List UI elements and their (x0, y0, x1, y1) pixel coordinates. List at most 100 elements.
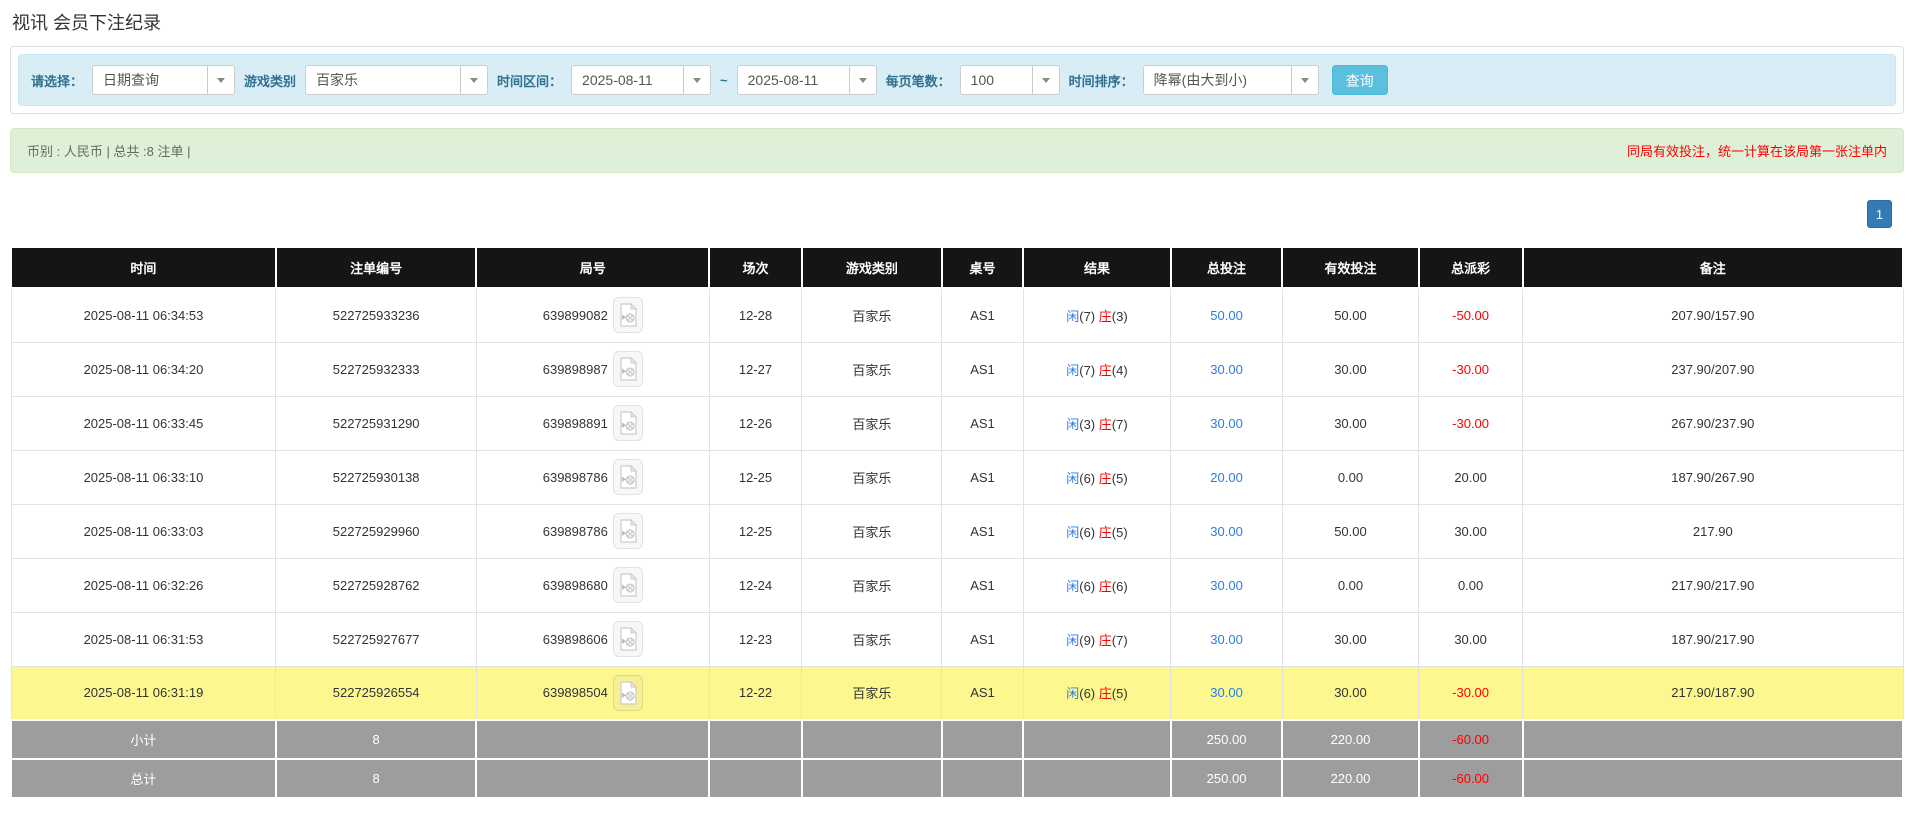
payout-cell: -30.00 (1419, 666, 1523, 720)
total-bet-link[interactable]: 30.00 (1210, 632, 1243, 647)
payout-cell: 30.00 (1419, 504, 1523, 558)
result-cell: 闲(7) 庄(4) (1023, 342, 1171, 396)
round-id-cell: 639898504 (476, 666, 709, 720)
table-row: 2025-08-11 06:33:03 522725929960 6398987… (11, 504, 1903, 558)
bet-id-cell: 522725930138 (276, 450, 477, 504)
summary-payout-cell: -60.00 (1419, 759, 1523, 798)
remark-cell: 217.90/217.90 (1523, 558, 1903, 612)
summary-row: 小计 8 250.00 220.00 -60.00 (11, 720, 1903, 759)
session-cell: 12-25 (709, 450, 802, 504)
remark-cell: 187.90/217.90 (1523, 612, 1903, 666)
remark-cell: 207.90/157.90 (1523, 288, 1903, 342)
chevron-down-icon (207, 66, 234, 94)
range-separator: ~ (720, 73, 728, 88)
video-file-icon (618, 465, 638, 489)
valid-bet-cell: 30.00 (1282, 612, 1418, 666)
video-replay-button[interactable] (613, 675, 643, 711)
session-cell: 12-25 (709, 504, 802, 558)
date-to-select[interactable]: 2025-08-11 (737, 65, 877, 95)
chevron-down-icon (683, 66, 710, 94)
chevron-down-icon (1032, 66, 1059, 94)
page-size-label: 每页笔数： (886, 71, 951, 90)
game-type-cell: 百家乐 (802, 342, 942, 396)
game-type-cell: 百家乐 (802, 396, 942, 450)
page-1-button[interactable]: 1 (1867, 200, 1892, 228)
total-bet-link[interactable]: 20.00 (1210, 470, 1243, 485)
summary-total-bet-cell: 250.00 (1171, 720, 1283, 759)
time-cell: 2025-08-11 06:31:53 (11, 612, 276, 666)
session-cell: 12-28 (709, 288, 802, 342)
column-header: 备注 (1523, 247, 1903, 288)
table-header-row: 时间注单编号局号场次游戏类别桌号结果总投注有效投注总派彩备注 (11, 247, 1903, 288)
session-cell: 12-27 (709, 342, 802, 396)
page-size-value: 100 (961, 66, 1032, 94)
page-size-select[interactable]: 100 (960, 65, 1060, 95)
filter-panel: 请选择： 日期查询 游戏类别 百家乐 时间区间： 2025-08-11 ~ 20… (18, 54, 1896, 106)
filter-panel-outer: 请选择： 日期查询 游戏类别 百家乐 时间区间： 2025-08-11 ~ 20… (10, 46, 1904, 114)
column-header: 时间 (11, 247, 276, 288)
video-file-icon (618, 627, 638, 651)
remark-cell: 267.90/237.90 (1523, 396, 1903, 450)
query-type-select[interactable]: 日期查询 (92, 65, 235, 95)
column-header: 局号 (476, 247, 709, 288)
video-replay-button[interactable] (613, 405, 643, 441)
total-bet-cell: 50.00 (1171, 288, 1283, 342)
sort-order-select[interactable]: 降幂(由大到小) (1143, 65, 1319, 95)
summary-total-bet-cell: 250.00 (1171, 759, 1283, 798)
game-type-cell: 百家乐 (802, 612, 942, 666)
session-cell: 12-22 (709, 666, 802, 720)
summary-label-cell: 总计 (11, 759, 276, 798)
time-cell: 2025-08-11 06:32:26 (11, 558, 276, 612)
summary-valid-bet-cell: 220.00 (1282, 759, 1418, 798)
remark-cell: 237.90/207.90 (1523, 342, 1903, 396)
table-no-cell: AS1 (942, 396, 1023, 450)
total-bet-link[interactable]: 30.00 (1210, 524, 1243, 539)
video-file-icon (618, 303, 638, 327)
table-row: 2025-08-11 06:31:53 522725927677 6398986… (11, 612, 1903, 666)
result-cell: 闲(7) 庄(3) (1023, 288, 1171, 342)
video-replay-button[interactable] (613, 351, 643, 387)
total-bet-link[interactable]: 30.00 (1210, 578, 1243, 593)
table-row: 2025-08-11 06:33:45 522725931290 6398988… (11, 396, 1903, 450)
search-button[interactable]: 查询 (1332, 65, 1388, 95)
bet-id-cell: 522725932333 (276, 342, 477, 396)
summary-row: 总计 8 250.00 220.00 -60.00 (11, 759, 1903, 798)
remark-cell: 217.90 (1523, 504, 1903, 558)
total-bet-link[interactable]: 30.00 (1210, 362, 1243, 377)
bet-id-cell: 522725928762 (276, 558, 477, 612)
total-bet-link[interactable]: 50.00 (1210, 308, 1243, 323)
game-type-cell: 百家乐 (802, 504, 942, 558)
session-cell: 12-24 (709, 558, 802, 612)
sort-order-label: 时间排序： (1069, 71, 1134, 90)
table-no-cell: AS1 (942, 558, 1023, 612)
video-replay-button[interactable] (613, 567, 643, 603)
video-replay-button[interactable] (613, 513, 643, 549)
table-row: 2025-08-11 06:32:26 522725928762 6398986… (11, 558, 1903, 612)
total-bet-cell: 30.00 (1171, 666, 1283, 720)
video-replay-button[interactable] (613, 459, 643, 495)
column-header: 注单编号 (276, 247, 477, 288)
payout-cell: 20.00 (1419, 450, 1523, 504)
result-cell: 闲(6) 庄(5) (1023, 450, 1171, 504)
date-to-value: 2025-08-11 (738, 66, 849, 94)
date-from-select[interactable]: 2025-08-11 (571, 65, 711, 95)
total-bet-cell: 30.00 (1171, 504, 1283, 558)
video-replay-button[interactable] (613, 621, 643, 657)
summary-bar: 币别 : 人民币 | 总共 :8 注单 | 同局有效投注，统一计算在该局第一张注… (10, 128, 1904, 173)
valid-bet-cell: 50.00 (1282, 504, 1418, 558)
table-no-cell: AS1 (942, 612, 1023, 666)
total-bet-link[interactable]: 30.00 (1210, 416, 1243, 431)
date-from-value: 2025-08-11 (572, 66, 683, 94)
total-bet-link[interactable]: 30.00 (1210, 685, 1243, 700)
chevron-down-icon (1291, 66, 1318, 94)
round-id-cell: 639898680 (476, 558, 709, 612)
column-header: 场次 (709, 247, 802, 288)
time-cell: 2025-08-11 06:31:19 (11, 666, 276, 720)
time-range-label: 时间区间： (497, 71, 562, 90)
total-bet-cell: 30.00 (1171, 612, 1283, 666)
page-container: 视讯 会员下注纪录 请选择： 日期查询 游戏类别 百家乐 时间区间： 2025-… (0, 9, 1914, 799)
game-type-select[interactable]: 百家乐 (305, 65, 488, 95)
video-replay-button[interactable] (613, 297, 643, 333)
sort-order-value: 降幂(由大到小) (1144, 66, 1291, 94)
time-cell: 2025-08-11 06:33:45 (11, 396, 276, 450)
